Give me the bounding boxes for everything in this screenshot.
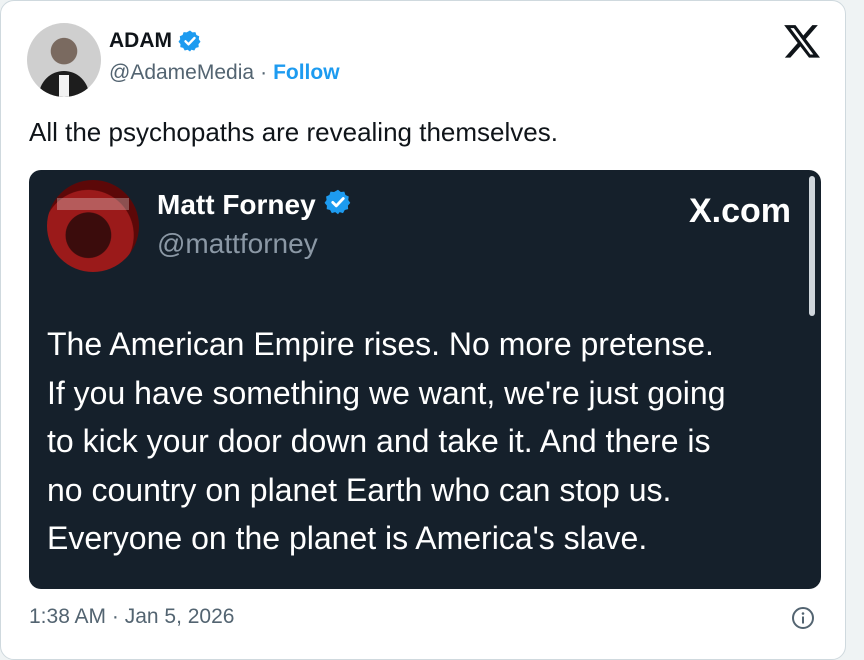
quoted-text-line: to kick your door down and take it. And …	[47, 423, 711, 459]
follow-button[interactable]: Follow	[273, 61, 340, 85]
tweet-card: ADAM @AdameMedia · Follow All the psycho…	[0, 0, 846, 660]
x-logo-icon[interactable]	[782, 21, 822, 61]
quoted-author-avatar[interactable]	[47, 180, 139, 272]
info-icon[interactable]	[791, 606, 815, 630]
quoted-tweet-text: The American Empire rises. No more prete…	[47, 320, 807, 563]
tweet-text: All the psychopaths are revealing themse…	[29, 117, 558, 147]
verified-badge-icon	[178, 29, 202, 53]
quoted-text-line: If you have something we want, we're jus…	[47, 374, 726, 411]
author-avatar[interactable]	[27, 23, 101, 97]
quoted-author-name[interactable]: Matt Forney	[157, 189, 316, 221]
author-handle[interactable]: @AdameMedia	[109, 61, 254, 85]
x-com-label: X.com	[688, 192, 791, 230]
separator-dot: ·	[260, 61, 268, 84]
quoted-text-line: The American Empire rises. No more prete…	[47, 326, 714, 362]
quoted-author-handle[interactable]: @mattforney	[157, 228, 318, 260]
verified-badge-icon	[324, 188, 352, 221]
tweet-timestamp[interactable]: 1:38 AM · Jan 5, 2026	[29, 605, 234, 629]
x-com-brand[interactable]: X.com	[689, 192, 791, 231]
author-name[interactable]: ADAM	[109, 29, 172, 53]
quoted-name-row: Matt Forney	[157, 188, 352, 221]
quoted-text-line: no country on planet Earth who can stop …	[47, 471, 672, 508]
quoted-text-line: Everyone on the planet is America's slav…	[47, 520, 648, 556]
embed-scrollbar[interactable]	[809, 176, 815, 316]
author-handle-row: @AdameMedia · Follow	[109, 61, 340, 85]
author-name-row: ADAM	[109, 29, 202, 53]
quoted-tweet-embed[interactable]: Matt Forney @mattforney X.com The Americ…	[29, 170, 821, 589]
